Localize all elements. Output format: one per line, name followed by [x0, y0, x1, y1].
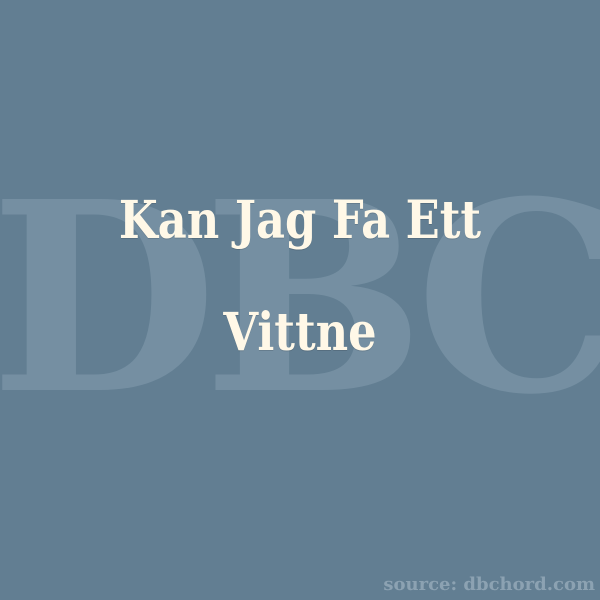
song-title-line-2: Vittne	[223, 302, 377, 363]
song-title-line-1: Kan Jag Fa Ett	[118, 190, 482, 251]
song-title: Kan Jag Fa Ett Vittne	[40, 195, 560, 373]
song-title-card: DBC Kan Jag Fa Ett Vittne source: dbchor…	[0, 0, 600, 600]
source-credit: source: dbchord.com	[383, 574, 595, 595]
